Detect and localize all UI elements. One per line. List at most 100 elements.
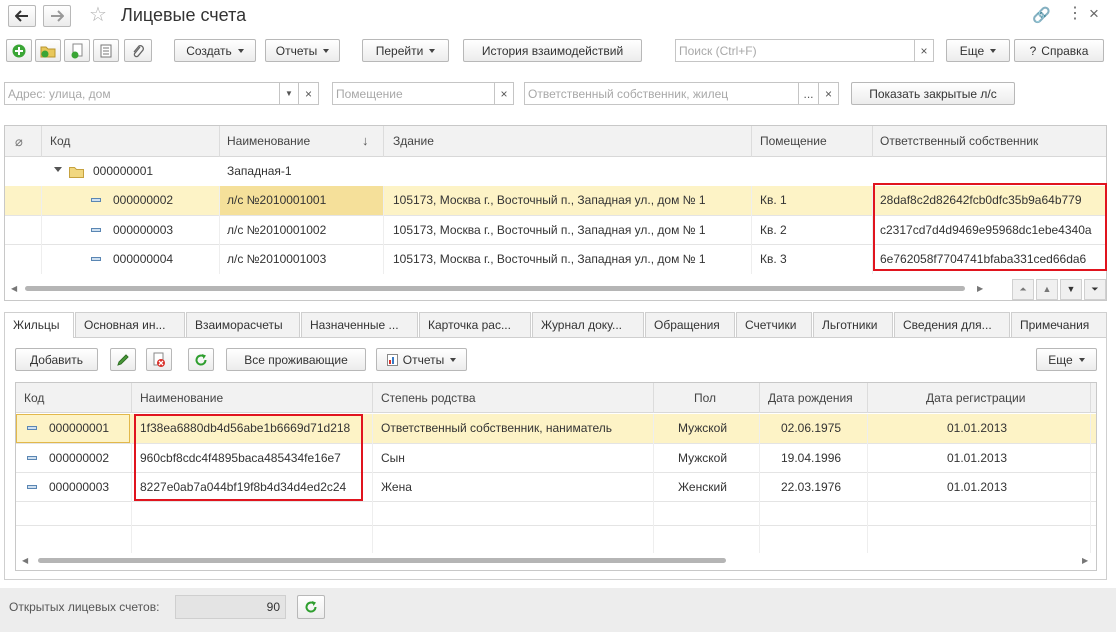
group-row[interactable]: 000000001 Западная-1: [5, 157, 1106, 186]
residents-scroll-right[interactable]: ▶: [1082, 556, 1088, 565]
search-clear-button[interactable]: ×: [914, 39, 934, 62]
tab-assigned[interactable]: Назначенные ...: [301, 312, 418, 337]
address-clear-button[interactable]: ×: [298, 82, 319, 105]
row-name: л/с №2010001001: [227, 193, 327, 207]
help-label: Справка: [1041, 43, 1089, 58]
footer-refresh-button[interactable]: [297, 595, 325, 619]
add-group-button[interactable]: [35, 39, 61, 62]
col-owner[interactable]: Ответственный собственник: [880, 126, 1038, 156]
owner-select-button[interactable]: ...: [798, 82, 819, 105]
history-button[interactable]: История взаимодействий: [463, 39, 642, 62]
scroll-top-button[interactable]: ⏶: [1012, 279, 1034, 300]
folder-add-icon: [40, 46, 56, 57]
row-name: л/с №2010001003: [227, 252, 327, 266]
tab-appeals[interactable]: Обращения: [645, 312, 735, 337]
list-button[interactable]: [93, 39, 119, 62]
col-res-code[interactable]: Код: [24, 383, 44, 413]
reports-button[interactable]: Отчеты: [265, 39, 340, 62]
list-icon: [100, 44, 112, 57]
col-res-reg[interactable]: Дата регистрации: [926, 383, 1025, 413]
owner-clear-button[interactable]: ×: [818, 82, 839, 105]
tab-meters[interactable]: Счетчики: [736, 312, 812, 337]
create-button[interactable]: Создать: [174, 39, 256, 62]
back-button[interactable]: [8, 5, 36, 27]
add-icon-button[interactable]: [6, 39, 32, 62]
page-title: Лицевые счета: [121, 5, 247, 25]
pencil-icon: [117, 353, 129, 366]
tab-journal[interactable]: Журнал доку...: [532, 312, 644, 337]
res-reg: 01.01.2013: [947, 421, 1008, 435]
help-button[interactable]: ? Справка: [1014, 39, 1104, 62]
delete-document-icon: [153, 352, 165, 367]
goto-label: Перейти: [375, 43, 424, 58]
col-res-birth[interactable]: Дата рождения: [768, 383, 853, 413]
tab-notes[interactable]: Примечания: [1011, 312, 1107, 337]
goto-button[interactable]: Перейти: [362, 39, 449, 62]
res-sex: Мужской: [678, 421, 728, 435]
owner-highlight-box: [873, 183, 1107, 271]
res-relation: Ответственный собственник, наниматель: [381, 421, 613, 435]
menu-dots-icon[interactable]: ⋮: [1067, 5, 1083, 23]
accounts-scrollbar[interactable]: [25, 286, 965, 291]
res-sex: Женский: [678, 480, 727, 494]
residents-more-label: Еще: [1048, 352, 1073, 367]
open-accounts-value: 90: [175, 595, 286, 619]
owner-filter-input[interactable]: Ответственный собственник, жилец: [524, 82, 799, 105]
forward-button[interactable]: [43, 5, 71, 27]
col-res-name[interactable]: Наименование: [140, 383, 223, 413]
accounts-scroll-left[interactable]: ◀: [11, 284, 17, 293]
tab-beneficiaries[interactable]: Льготники: [813, 312, 893, 337]
delete-button[interactable]: [146, 348, 172, 371]
room-filter-input[interactable]: Помещение: [332, 82, 495, 105]
create-label: Создать: [186, 43, 232, 58]
res-birth: 22.03.1976: [781, 480, 842, 494]
show-closed-label: Показать закрытые л/с: [869, 86, 997, 101]
address-filter-input[interactable]: Адрес: улица, дом: [4, 82, 280, 105]
res-reg: 01.01.2013: [947, 451, 1008, 465]
col-name[interactable]: Наименование: [227, 126, 310, 156]
refresh-button[interactable]: [188, 348, 214, 371]
residents-scrollbar[interactable]: [38, 558, 726, 563]
refresh-icon: [305, 601, 317, 613]
tab-residents[interactable]: Жильцы: [4, 312, 74, 338]
link-icon[interactable]: 🔗: [1032, 6, 1051, 24]
col-code[interactable]: Код: [50, 126, 70, 156]
tab-card[interactable]: Карточка рас...: [419, 312, 531, 337]
res-reg: 01.01.2013: [947, 480, 1008, 494]
more-label: Еще: [959, 43, 985, 58]
residents-reports-button[interactable]: Отчеты: [376, 348, 467, 371]
row-code: 000000003: [113, 223, 174, 237]
expand-arrow-icon[interactable]: [54, 167, 62, 172]
col-res-sex[interactable]: Пол: [694, 383, 716, 413]
add-resident-button[interactable]: Добавить: [15, 348, 98, 371]
accounts-scroll-right[interactable]: ▶: [977, 284, 983, 293]
copy-button[interactable]: [64, 39, 90, 62]
tab-settlements[interactable]: Взаиморасчеты: [186, 312, 300, 337]
search-input[interactable]: Поиск (Ctrl+F): [675, 39, 915, 62]
residents-scroll-left[interactable]: ◀: [22, 556, 28, 565]
add-resident-label: Добавить: [29, 352, 84, 367]
more-button[interactable]: Еще: [946, 39, 1010, 62]
scroll-down-button[interactable]: ▼: [1060, 279, 1082, 300]
scroll-up-button[interactable]: ▲: [1036, 279, 1058, 300]
accounts-header: ⌀ Код Наименование ↓ Здание Помещение От…: [5, 126, 1106, 157]
col-room[interactable]: Помещение: [760, 126, 827, 156]
row-name: л/с №2010001002: [227, 223, 327, 237]
attach-button[interactable]: [124, 39, 152, 62]
favorite-star-icon[interactable]: ☆: [89, 4, 107, 26]
tab-info[interactable]: Сведения для...: [894, 312, 1010, 337]
address-dropdown-button[interactable]: ▼: [279, 82, 299, 105]
scroll-bottom-button[interactable]: ⏷: [1084, 279, 1106, 300]
all-residents-button[interactable]: Все проживающие: [226, 348, 366, 371]
col-res-relation[interactable]: Степень родства: [381, 383, 476, 413]
tab-main-info[interactable]: Основная ин...: [75, 312, 185, 337]
edit-button[interactable]: [110, 348, 136, 371]
res-relation: Сын: [381, 451, 405, 465]
show-closed-button[interactable]: Показать закрытые л/с: [851, 82, 1015, 105]
close-icon[interactable]: ×: [1089, 4, 1099, 24]
residents-more-button[interactable]: Еще: [1036, 348, 1097, 371]
document-add-icon: [71, 43, 83, 58]
room-clear-button[interactable]: ×: [494, 82, 514, 105]
col-building[interactable]: Здание: [393, 126, 434, 156]
reports-label: Отчеты: [275, 43, 318, 58]
